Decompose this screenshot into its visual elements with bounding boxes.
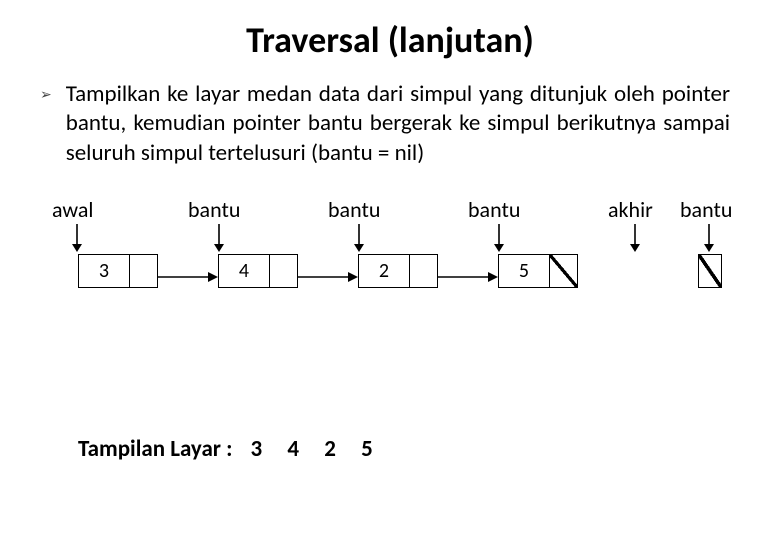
node-value: 3 [78,254,130,288]
pointer-label-bantu-1: bantu [188,196,240,223]
node-value: 4 [218,254,270,288]
linked-list-diagram: awal bantu bantu bantu akhir bantu 3 4 2… [0,196,780,336]
node-4: 5 [498,254,578,288]
arrow-right-icon [438,270,498,284]
node-value: 2 [358,254,410,288]
slide-title: Traversal (lanjutan) [0,0,780,62]
arrow-down-icon [628,224,642,252]
output-value: 3 [251,435,265,463]
chevron-right-icon: ➢ [40,86,52,103]
node-2: 4 [218,254,298,288]
node-value: 5 [498,254,550,288]
node-next-pointer [130,254,158,288]
node-3: 2 [358,254,438,288]
node-next-pointer [410,254,438,288]
pointer-label-bantu-3: bantu [468,196,520,223]
output-row: Tampilan Layar : 3 4 2 5 [78,435,391,463]
pointer-label-awal: awal [52,196,93,223]
arrow-right-icon [158,270,218,284]
arrow-down-icon [70,224,84,252]
output-label: Tampilan Layar : [78,435,233,463]
arrow-right-icon [298,270,358,284]
bullet-text: Tampilkan ke layar medan data dari simpu… [66,80,730,168]
output-value: 4 [287,435,301,463]
output-value: 5 [361,435,375,463]
arrow-down-icon [212,224,226,252]
arrow-down-icon [492,224,506,252]
node-next-nil [550,254,578,288]
pointer-label-akhir: akhir [608,196,653,223]
output-values: 3 4 2 5 [251,435,391,463]
node-1: 3 [78,254,158,288]
bullet-item: ➢ Tampilkan ke layar medan data dari sim… [0,62,780,168]
pointer-label-bantu-4: bantu [680,196,732,223]
node-next-pointer [270,254,298,288]
nil-box [698,254,722,288]
output-value: 2 [324,435,338,463]
pointer-label-bantu-2: bantu [328,196,380,223]
arrow-down-icon [352,224,366,252]
arrow-down-icon [702,224,716,252]
